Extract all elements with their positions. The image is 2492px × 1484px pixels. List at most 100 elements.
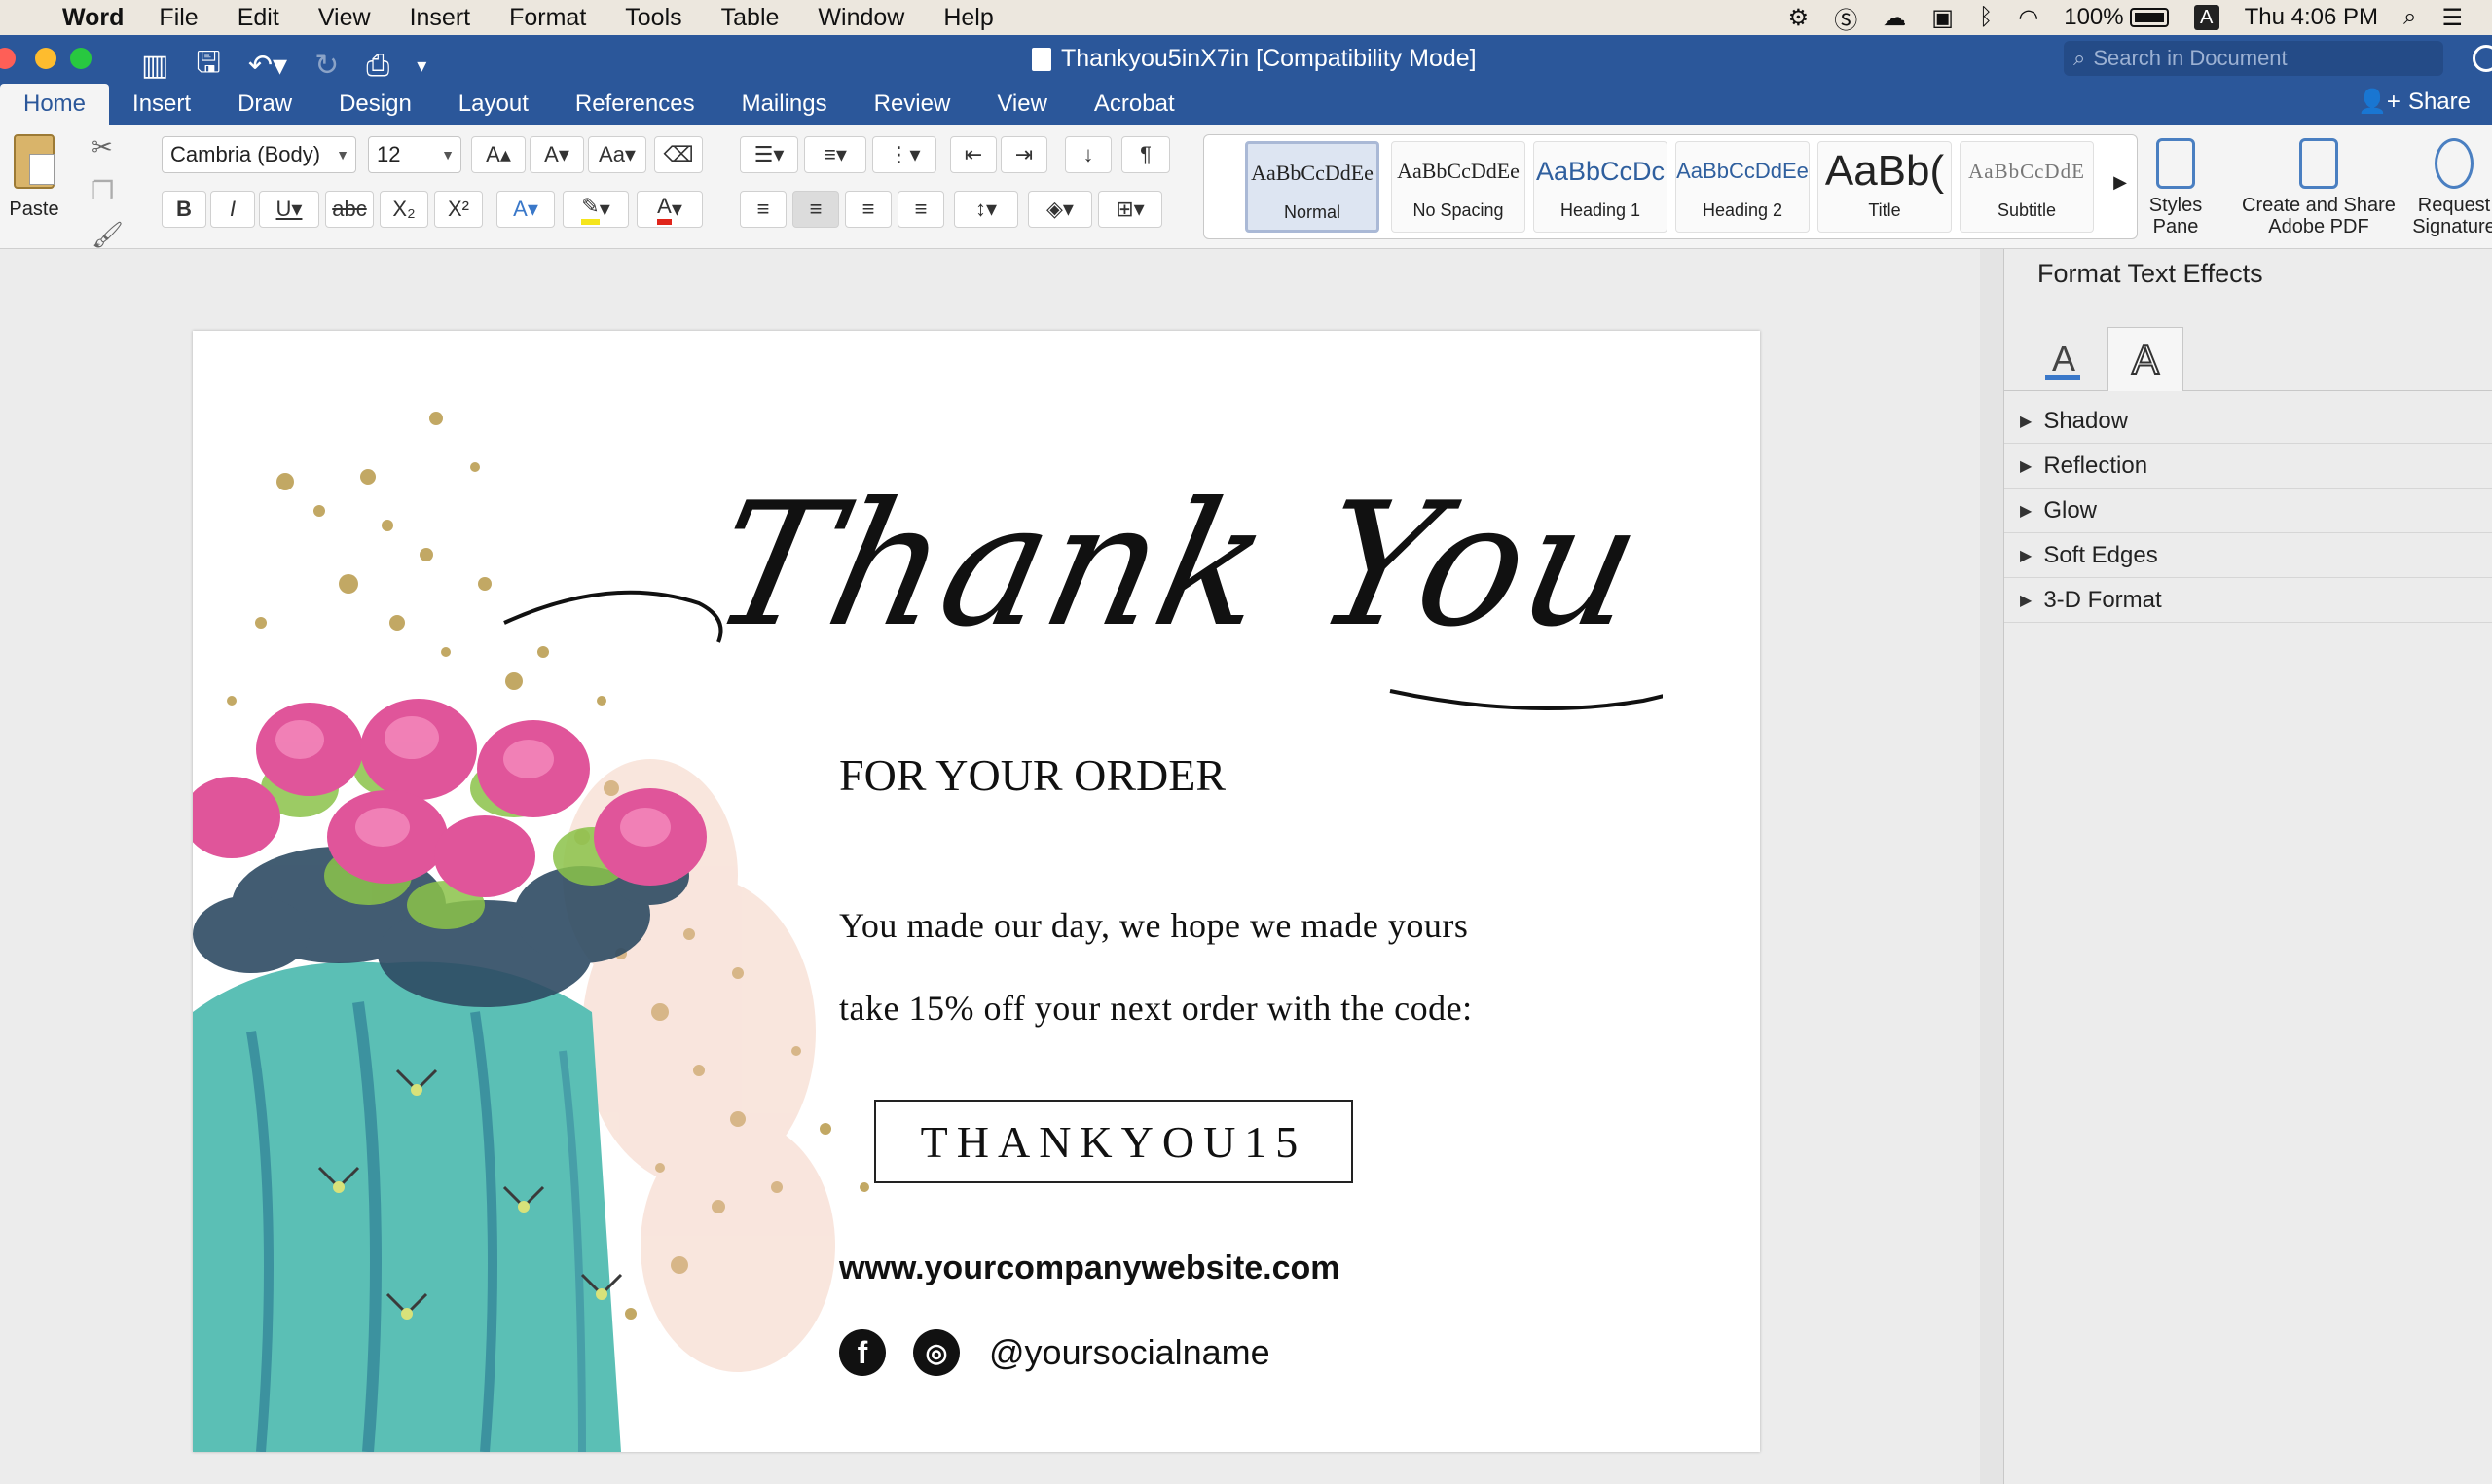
menu-insert[interactable]: Insert — [410, 4, 471, 32]
search-document-input[interactable] — [2093, 46, 2415, 71]
thank-you-text: Thank You — [697, 467, 1660, 665]
wd-drive-icon[interactable]: ▣ — [1931, 4, 1954, 32]
document-title: Thankyou5inX7in [Compatibility Mode] — [1032, 45, 1477, 73]
section-soft-edges[interactable]: ▶ Soft Edges — [2004, 533, 2492, 578]
menu-edit[interactable]: Edit — [238, 4, 279, 32]
menu-help[interactable]: Help — [943, 4, 993, 32]
superscript-button[interactable]: X² — [434, 191, 483, 228]
font-size-field[interactable]: 12 ▼ — [368, 136, 461, 173]
text-fill-outline-tab[interactable]: A — [2026, 327, 2102, 391]
section-label: Soft Edges — [2043, 541, 2158, 568]
skype-icon[interactable]: Ⓢ — [1834, 1, 1857, 35]
create-pdf-label: Create and Share Adobe PDF — [2242, 195, 2396, 237]
style-no-spacing[interactable]: AaBbCcDdEe No Spacing — [1391, 141, 1525, 233]
clock[interactable]: Thu 4:06 PM — [2245, 4, 2378, 31]
sort-button[interactable]: ↓ — [1065, 136, 1112, 173]
bullets-button[interactable]: ☰▾ — [740, 136, 798, 173]
strikethrough-button[interactable]: abc — [325, 191, 374, 228]
subscript-button[interactable]: X₂ — [380, 191, 428, 228]
italic-button[interactable]: I — [210, 191, 255, 228]
highlighter-icon: ✎ — [581, 194, 600, 225]
align-left-button[interactable]: ≡ — [740, 191, 787, 228]
menu-view[interactable]: View — [318, 4, 371, 32]
tab-review[interactable]: Review — [851, 84, 974, 125]
menu-tools[interactable]: Tools — [625, 4, 681, 32]
highlight-color-button[interactable]: ✎ ▾ — [563, 191, 629, 228]
menu-table[interactable]: Table — [721, 4, 780, 32]
font-color-button[interactable]: A ▾ — [637, 191, 703, 228]
clear-formatting-button[interactable]: ⌫ — [654, 136, 703, 173]
style-subtitle[interactable]: AaBbCcDdE Subtitle — [1960, 141, 2094, 233]
paste-button[interactable]: Paste — [0, 134, 68, 221]
tab-home[interactable]: Home — [0, 84, 110, 125]
document-page[interactable]: Thank You FOR YOUR ORDER You made our da… — [193, 331, 1760, 1452]
menu-file[interactable]: File — [159, 4, 198, 32]
tab-draw[interactable]: Draw — [214, 84, 315, 125]
shrink-font-button[interactable]: A▾ — [530, 136, 584, 173]
tab-acrobat[interactable]: Acrobat — [1071, 84, 1198, 125]
spotlight-search-icon[interactable]: ⌕ — [2403, 4, 2416, 31]
creative-cloud-icon[interactable]: ☁ — [1883, 4, 1906, 32]
wifi-icon[interactable]: ◠ — [2018, 4, 2038, 32]
style-heading-2[interactable]: AaBbCcDdEe Heading 2 — [1675, 141, 1810, 233]
bold-button[interactable]: B — [162, 191, 206, 228]
bluetooth-icon[interactable]: ᛒ — [1979, 4, 1993, 31]
tab-references[interactable]: References — [552, 84, 718, 125]
numbering-button[interactable]: ≡▾ — [804, 136, 866, 173]
style-name: Normal — [1283, 202, 1340, 222]
section-glow[interactable]: ▶ Glow — [2004, 489, 2492, 533]
style-normal[interactable]: AaBbCcDdEe Normal — [1245, 141, 1379, 233]
align-center-button[interactable]: ≡ — [792, 191, 839, 228]
tab-mailings[interactable]: Mailings — [718, 84, 851, 125]
borders-button[interactable]: ⊞▾ — [1098, 191, 1162, 228]
zoom-window-button[interactable] — [70, 48, 92, 69]
justify-button[interactable]: ≡ — [898, 191, 944, 228]
share-button[interactable]: 👤+ Share — [2358, 88, 2471, 116]
battery-percent: 100% — [2064, 4, 2124, 30]
menu-format[interactable]: Format — [509, 4, 586, 32]
cut-icon[interactable]: ✂ — [92, 132, 124, 163]
line-spacing-button[interactable]: ↕▾ — [954, 191, 1018, 228]
create-adobe-pdf-button[interactable]: Create and Share Adobe PDF — [2235, 138, 2402, 237]
menu-window[interactable]: Window — [818, 4, 904, 32]
font-name-field[interactable]: Cambria (Body) ▼ — [162, 136, 356, 173]
notification-center-icon[interactable]: ☰ — [2441, 4, 2463, 32]
tab-view[interactable]: View — [973, 84, 1071, 125]
section-shadow[interactable]: ▶ Shadow — [2004, 399, 2492, 444]
styles-pane-button[interactable]: Styles Pane — [2144, 138, 2208, 237]
tab-insert[interactable]: Insert — [109, 84, 214, 125]
change-case-button[interactable]: Aa▾ — [588, 136, 646, 173]
battery-status[interactable]: 100% — [2064, 4, 2169, 31]
format-painter-icon[interactable]: 🖌 — [92, 220, 124, 250]
show-formatting-button[interactable]: ¶ — [1121, 136, 1170, 173]
tab-layout[interactable]: Layout — [435, 84, 552, 125]
search-icon: ⌕ — [2073, 46, 2086, 70]
tab-design[interactable]: Design — [315, 84, 435, 125]
vertical-scrollbar[interactable] — [1980, 249, 2003, 1484]
align-right-button[interactable]: ≡ — [845, 191, 892, 228]
style-title[interactable]: AaBb( Title — [1817, 141, 1952, 233]
smiley-feedback-icon[interactable] — [2473, 45, 2492, 72]
minimize-window-button[interactable] — [35, 48, 56, 69]
app-menu-word[interactable]: Word — [62, 4, 124, 32]
style-name: Title — [1868, 200, 1901, 220]
underline-button[interactable]: U▾ — [259, 191, 319, 228]
decrease-indent-button[interactable]: ⇤ — [950, 136, 997, 173]
search-in-document[interactable]: ⌕ — [2064, 41, 2443, 76]
text-effects-tab[interactable]: A — [2107, 327, 2183, 391]
close-window-button[interactable] — [0, 48, 16, 69]
request-signature-button[interactable]: Request Signature — [2406, 138, 2492, 237]
text-effects-button[interactable]: A▾ — [496, 191, 555, 228]
multilevel-list-button[interactable]: ⋮▾ — [872, 136, 936, 173]
style-heading-1[interactable]: AaBbCcDc Heading 1 — [1533, 141, 1667, 233]
copy-icon[interactable]: ❐ — [92, 176, 124, 206]
section-3d-format[interactable]: ▶ 3-D Format — [2004, 578, 2492, 623]
increase-indent-button[interactable]: ⇥ — [1001, 136, 1047, 173]
tool-status-icon[interactable]: ⚙ — [1788, 4, 1810, 32]
input-source-icon[interactable]: A — [2193, 5, 2219, 30]
section-reflection[interactable]: ▶ Reflection — [2004, 444, 2492, 489]
grow-font-button[interactable]: A▴ — [471, 136, 526, 173]
shading-button[interactable]: ◈▾ — [1028, 191, 1092, 228]
gallery-more-arrow-icon[interactable]: ▶ — [2113, 172, 2127, 193]
style-sample: AaBbCcDdEe — [1251, 161, 1374, 185]
